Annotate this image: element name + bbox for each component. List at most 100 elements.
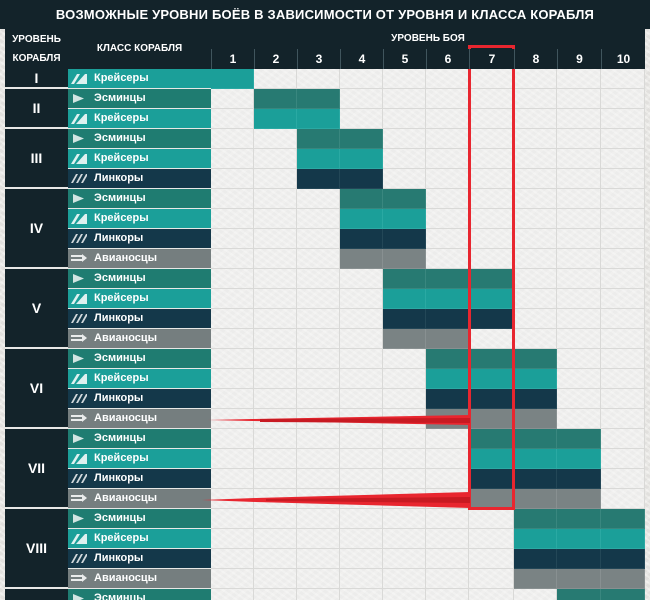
battle-cell-active — [383, 249, 426, 269]
class-row-carrier: Авианосцы — [68, 489, 211, 509]
battle-cell-empty — [297, 369, 340, 389]
class-label: Эсминцы — [94, 132, 146, 144]
battle-cell-active — [557, 429, 601, 449]
class-row-carrier: Авианосцы — [68, 329, 211, 349]
class-row-cruiser: Крейсеры — [68, 69, 211, 89]
battle-cell-active — [469, 429, 514, 449]
destroyer-icon — [71, 593, 87, 600]
class-label: Авианосцы — [94, 412, 158, 424]
carrier-icon — [71, 493, 87, 504]
class-row-destroyer: Эсминцы — [68, 129, 211, 149]
battle-cell-empty — [557, 89, 601, 109]
battle-cell-empty — [297, 409, 340, 429]
battle-cell-empty — [254, 69, 297, 89]
battle-cell-empty — [514, 289, 557, 309]
battle-cell-empty — [211, 189, 254, 209]
battle-level-8: 8 — [514, 49, 557, 69]
battle-cell-active — [469, 309, 514, 329]
battle-cell-empty — [211, 349, 254, 369]
battle-cell-active — [557, 509, 601, 529]
battle-cell-active — [426, 409, 469, 429]
battleship-icon — [71, 553, 87, 564]
battle-cell-active — [514, 469, 557, 489]
carrier-icon — [71, 253, 87, 264]
class-row-battleship: Линкоры — [68, 549, 211, 569]
class-label: Линкоры — [94, 172, 144, 184]
battle-level-3: 3 — [297, 49, 340, 69]
tier-label-VIII: VIII — [5, 509, 68, 589]
class-row-battleship: Линкоры — [68, 309, 211, 329]
battle-cell-active — [601, 529, 645, 549]
class-row-cruiser: Крейсеры — [68, 449, 211, 469]
battle-cell-empty — [297, 289, 340, 309]
battle-cell-empty — [514, 129, 557, 149]
battle-level-5: 5 — [383, 49, 426, 69]
cruiser-icon — [71, 453, 87, 464]
battle-cell-active — [514, 409, 557, 429]
battle-cell-active — [514, 369, 557, 389]
destroyer-icon — [71, 433, 87, 444]
battle-cell-active — [426, 349, 469, 369]
battle-cell-empty — [297, 309, 340, 329]
cruiser-icon — [71, 153, 87, 164]
class-label: Эсминцы — [94, 92, 146, 104]
battle-cell-empty — [514, 189, 557, 209]
battle-cell-active — [514, 389, 557, 409]
class-row-destroyer: Эсминцы — [68, 269, 211, 289]
battle-cell-active — [383, 309, 426, 329]
battle-cell-empty — [426, 169, 469, 189]
battle-cell-active — [426, 389, 469, 409]
battle-cell-active — [557, 569, 601, 589]
battle-cell-empty — [469, 589, 514, 600]
battle-cell-active — [469, 389, 514, 409]
battle-cell-active — [340, 129, 383, 149]
battle-cell-empty — [514, 249, 557, 269]
battle-cell-empty — [211, 309, 254, 329]
battle-cell-empty — [297, 549, 340, 569]
battle-cell-empty — [557, 269, 601, 289]
battle-cell-empty — [601, 329, 645, 349]
battle-cell-empty — [340, 289, 383, 309]
class-label: Линкоры — [94, 472, 144, 484]
battle-cell-empty — [297, 229, 340, 249]
battle-cell-empty — [254, 469, 297, 489]
battle-cell-active — [557, 449, 601, 469]
battle-cell-empty — [557, 209, 601, 229]
class-label: Авианосцы — [94, 332, 158, 344]
battle-cell-empty — [469, 229, 514, 249]
battle-cell-empty — [254, 549, 297, 569]
battle-cell-empty — [601, 89, 645, 109]
battle-cell-empty — [340, 89, 383, 109]
battle-cell-empty — [601, 269, 645, 289]
battle-level-10: 10 — [601, 49, 645, 69]
class-label: Эсминцы — [94, 512, 146, 524]
battle-level-7: 7 — [469, 49, 514, 69]
battle-cell-empty — [211, 109, 254, 129]
battle-cell-empty — [426, 529, 469, 549]
header-ship-class: Класс корабля — [68, 29, 211, 69]
battle-cell-empty — [557, 109, 601, 129]
battle-cell-empty — [340, 69, 383, 89]
battle-cell-empty — [426, 249, 469, 269]
battle-cell-empty — [297, 209, 340, 229]
battle-cell-empty — [211, 169, 254, 189]
battle-cell-active — [340, 189, 383, 209]
battle-level-1: 1 — [211, 49, 254, 69]
battle-cell-empty — [297, 589, 340, 600]
class-row-cruiser: Крейсеры — [68, 149, 211, 169]
battle-cell-empty — [383, 409, 426, 429]
battle-cell-active — [297, 169, 340, 189]
battle-cell-empty — [557, 329, 601, 349]
battle-cell-empty — [254, 269, 297, 289]
battle-cell-empty — [601, 409, 645, 429]
battle-cell-empty — [340, 109, 383, 129]
battle-level-2: 2 — [254, 49, 297, 69]
battle-cell-empty — [211, 489, 254, 509]
battle-cell-empty — [340, 309, 383, 329]
battle-cell-active — [601, 589, 645, 600]
class-row-carrier: Авианосцы — [68, 409, 211, 429]
battle-cell-empty — [601, 289, 645, 309]
battle-cell-empty — [557, 349, 601, 369]
battle-cell-empty — [254, 369, 297, 389]
battle-cell-empty — [514, 229, 557, 249]
